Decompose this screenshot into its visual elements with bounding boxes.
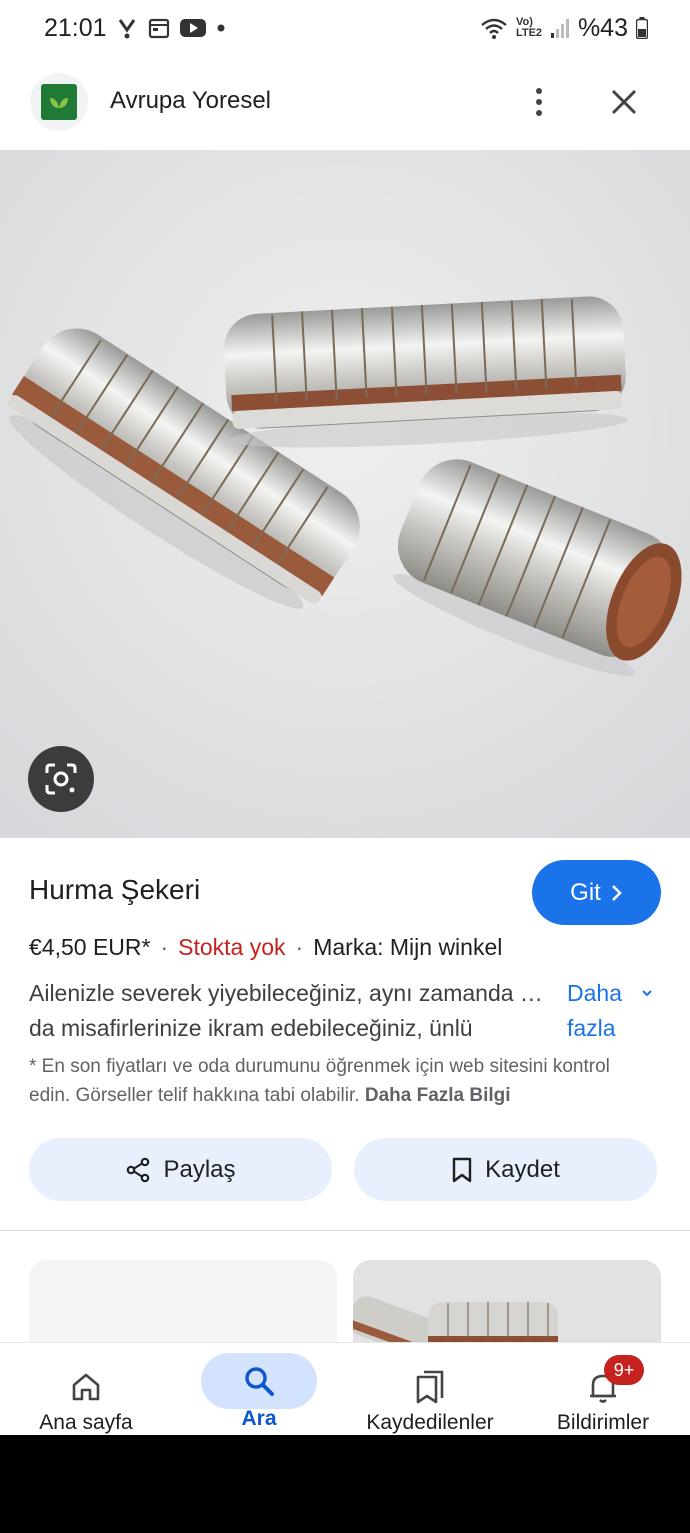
nav-home[interactable]: Ana sayfa xyxy=(11,1343,161,1435)
wifi-icon xyxy=(481,18,507,39)
description-line-1: Ailenizle severek yiyebileceğiniz, aynı … xyxy=(29,980,554,1006)
save-button[interactable]: Kaydet xyxy=(354,1138,657,1201)
missed-call-icon xyxy=(118,19,136,39)
share-button[interactable]: Paylaş xyxy=(29,1138,332,1201)
bookmark-icon xyxy=(452,1157,472,1182)
site-name[interactable]: Avrupa Yoresel xyxy=(110,87,271,115)
disclaimer-text: * En son fiyatları ve oda durumunu öğren… xyxy=(29,1056,610,1106)
site-header: Avrupa Yoresel xyxy=(0,56,690,150)
network-label: Vo) LTE2 xyxy=(515,16,543,39)
product-description: Ailenizle severek yiyebileceğiniz, aynı … xyxy=(29,976,559,1046)
product-price: €4,50 EUR* xyxy=(29,934,151,960)
save-label: Kaydet xyxy=(485,1155,560,1183)
stock-status: Stokta yok xyxy=(178,934,286,960)
search-icon xyxy=(245,1367,274,1396)
status-time: 21:01 xyxy=(44,14,107,42)
status-right-group: Vo) LTE2 %43 xyxy=(480,14,648,42)
share-label: Paylaş xyxy=(163,1155,236,1183)
nav-search[interactable]: Ara xyxy=(184,1343,334,1435)
disclaimer: * En son fiyatları ve oda durumunu öğren… xyxy=(29,1052,654,1110)
bookmarks-icon xyxy=(416,1370,444,1404)
product-image[interactable] xyxy=(0,150,690,838)
nav-search-label: Ara xyxy=(241,1407,277,1430)
nav-notifications[interactable]: Bildirimler xyxy=(528,1343,678,1435)
nav-notifications-label: Bildirimler xyxy=(556,1411,650,1434)
close-button[interactable] xyxy=(604,82,644,122)
more-vert-icon xyxy=(536,88,542,94)
more-options-button[interactable] xyxy=(524,82,554,122)
share-icon xyxy=(127,1157,150,1182)
battery-percent: %43 xyxy=(577,13,628,42)
more-link[interactable]: Daha fazla xyxy=(567,976,637,1046)
battery-icon xyxy=(636,17,648,39)
nav-saved-label: Kaydedilenler xyxy=(366,1411,494,1434)
lens-search-button[interactable] xyxy=(28,746,94,812)
system-gesture-bar xyxy=(0,1435,690,1533)
product-photo xyxy=(0,150,690,838)
go-to-site-button[interactable]: Git xyxy=(532,860,661,925)
close-icon xyxy=(611,89,637,115)
more-notifications-dot-icon xyxy=(217,24,225,32)
home-icon xyxy=(72,1373,100,1401)
product-brand: Marka: Mijn winkel xyxy=(313,934,503,960)
chevron-right-icon xyxy=(611,884,622,901)
section-divider xyxy=(0,1230,690,1231)
leaf-logo-icon xyxy=(50,98,68,108)
signal-icon xyxy=(550,19,569,38)
notification-badge: 9+ xyxy=(604,1355,644,1385)
product-meta: €4,50 EUR* · Stokta yok · Marka: Mijn winkel xyxy=(29,934,503,960)
chevron-down-icon[interactable] xyxy=(640,986,654,1000)
product-title: Hurma Şekeri xyxy=(29,874,201,905)
status-bar: 21:01 Vo) LTE2 %43 xyxy=(0,0,690,56)
go-button-label: Git xyxy=(570,878,601,906)
lens-icon xyxy=(45,763,77,795)
calendar-icon xyxy=(148,18,170,39)
site-logo xyxy=(30,73,88,131)
nav-saved[interactable]: Kaydedilenler xyxy=(355,1343,505,1435)
youtube-icon xyxy=(180,19,206,37)
description-line-2: da misafirlerinize ikram edebileceğiniz,… xyxy=(29,1015,473,1041)
more-info-link[interactable]: Daha Fazla Bilgi xyxy=(365,1085,511,1106)
nav-home-label: Ana sayfa xyxy=(39,1411,133,1434)
status-notification-icons xyxy=(116,14,226,42)
bottom-navigation: Ana sayfa Ara Kaydedilenler Bildirimler xyxy=(0,1343,690,1435)
